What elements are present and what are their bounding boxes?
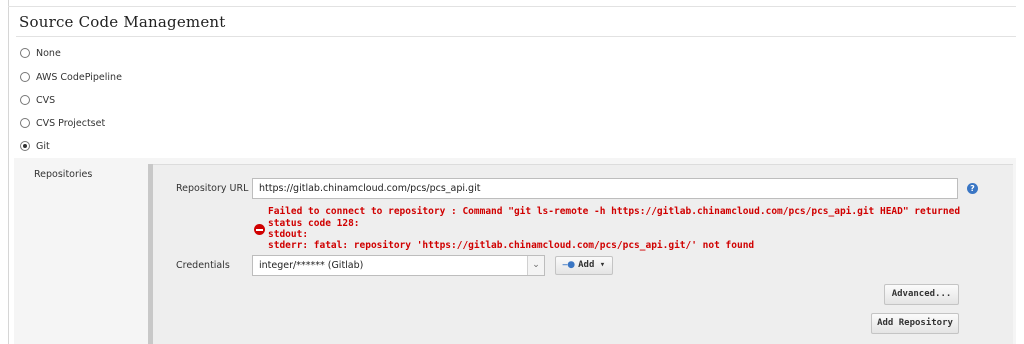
scm-option-cvs-projectset[interactable]: CVS Projectset [20, 116, 105, 130]
scm-option-aws-codepipeline[interactable]: AWS CodePipeline [20, 70, 122, 84]
radio-none[interactable] [20, 48, 30, 58]
scm-option-label: None [36, 47, 61, 59]
dropdown-arrow-icon: ▾ [594, 260, 606, 270]
scm-option-label: CVS Projectset [36, 117, 106, 129]
radio-cvs-projectset[interactable] [20, 118, 30, 128]
error-line: status code 128: [268, 218, 360, 229]
radio-git[interactable] [20, 141, 30, 151]
repository-url-label: Repository URL [176, 183, 249, 194]
error-minus-icon [254, 224, 265, 235]
scm-option-label: CVS [36, 94, 56, 106]
add-repository-button[interactable]: Add Repository [871, 313, 959, 334]
title-divider [16, 36, 1016, 37]
add-button-label: Add [578, 260, 595, 270]
chevron-down-icon[interactable]: ⌄ [527, 256, 544, 275]
repository-url-input[interactable]: https://gitlab.chinamcloud.com/pcs/pcs_a… [252, 178, 958, 199]
error-line: Failed to connect to repository : Comman… [268, 206, 961, 217]
top-divider [8, 6, 1016, 7]
error-line: stderr: fatal: repository 'https://gitla… [268, 240, 755, 251]
scm-option-git[interactable]: Git [20, 139, 50, 153]
advanced-button[interactable]: Advanced... [884, 284, 959, 305]
repositories-label: Repositories [34, 169, 93, 180]
scm-option-label: Git [36, 140, 50, 152]
radio-aws-codepipeline[interactable] [20, 72, 30, 82]
scm-option-cvs[interactable]: CVS [20, 93, 55, 107]
section-title: Source Code Management [19, 13, 226, 31]
scm-option-label: AWS CodePipeline [36, 71, 122, 83]
key-icon: ⎯● [562, 260, 576, 270]
repository-url-help-icon[interactable]: ? [967, 183, 978, 194]
error-line: stdout: [268, 229, 309, 240]
credentials-select[interactable]: integer/****** (Gitlab) [252, 255, 545, 276]
radio-cvs[interactable] [20, 95, 30, 105]
add-credentials-button[interactable]: ⎯● Add ▾ [555, 256, 613, 275]
credentials-label: Credentials [176, 260, 230, 271]
scm-option-none[interactable]: None [20, 46, 61, 60]
